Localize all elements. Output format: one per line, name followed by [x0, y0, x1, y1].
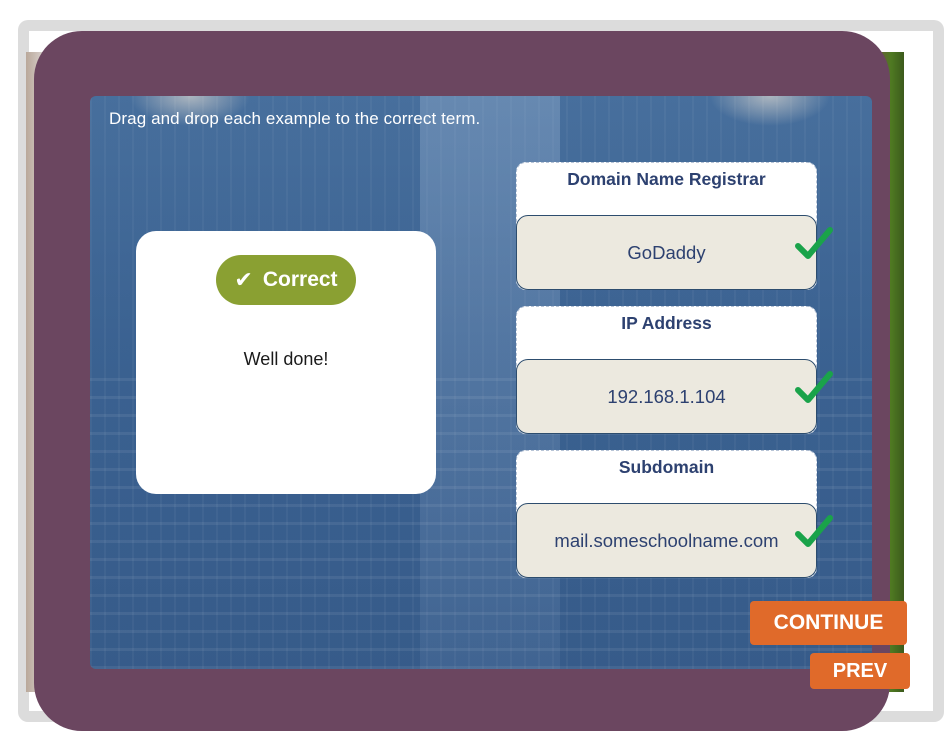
continue-button[interactable]: CONTINUE: [750, 601, 907, 645]
term-card-ip-address: IP Address 192.168.1.104: [516, 306, 833, 434]
term-title: Subdomain: [618, 457, 715, 477]
term-card-subdomain: Subdomain mail.someschoolname.com: [516, 450, 833, 578]
dropped-answer-label: mail.someschoolname.com: [554, 529, 779, 551]
dropped-answer[interactable]: mail.someschoolname.com: [516, 503, 833, 578]
correct-badge: ✔ Correct: [216, 255, 356, 305]
term-card-domain-name-registrar: Domain Name Registrar GoDaddy: [516, 162, 833, 290]
check-icon: [795, 227, 833, 259]
dropped-answer-label: 192.168.1.104: [607, 385, 726, 407]
check-icon: [795, 515, 833, 547]
prev-button[interactable]: PREV: [810, 653, 910, 689]
instruction-text: Drag and drop each example to the correc…: [109, 109, 481, 128]
dropped-answer[interactable]: 192.168.1.104: [516, 359, 833, 434]
dropped-answer-label: GoDaddy: [627, 241, 706, 263]
feedback-message: Well done!: [243, 349, 329, 369]
term-title: IP Address: [621, 313, 712, 333]
dropped-answer[interactable]: GoDaddy: [516, 215, 833, 290]
feedback-card: ✔ Correct Well done!: [136, 231, 436, 494]
checkmark-icon: ✔: [234, 267, 253, 292]
check-icon: [795, 371, 833, 403]
term-title: Domain Name Registrar: [567, 169, 766, 189]
correct-badge-label: Correct: [262, 268, 338, 291]
